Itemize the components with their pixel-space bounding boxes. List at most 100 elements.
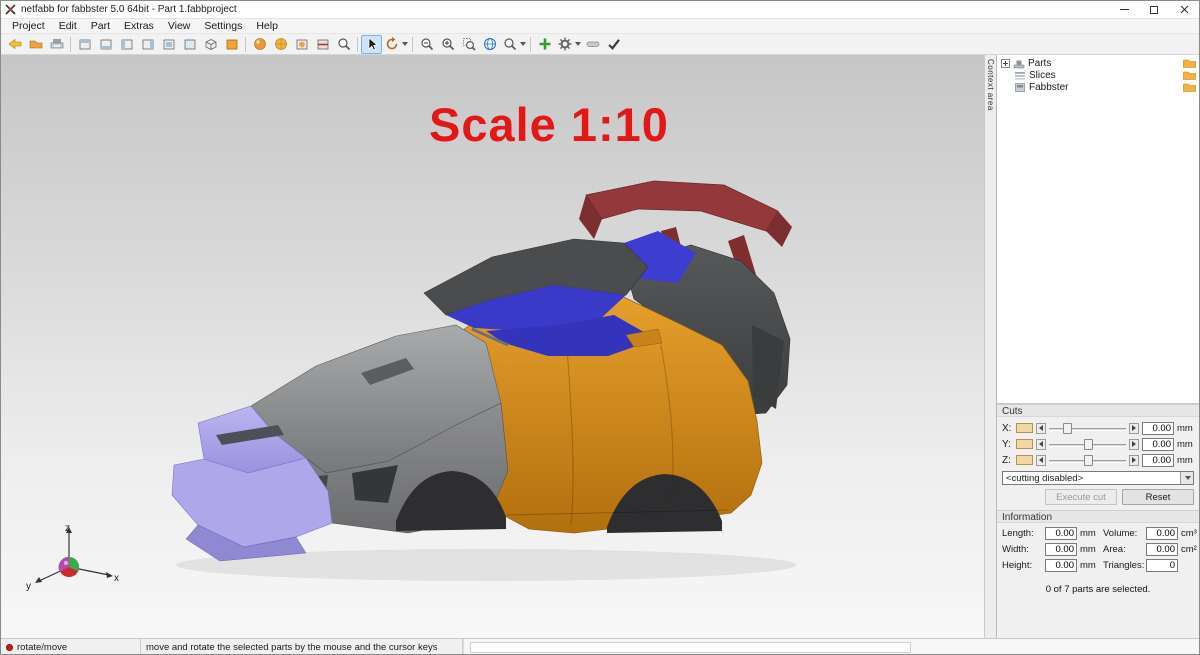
cut-plane-color-x[interactable] [1016, 423, 1033, 433]
context-area-tab[interactable]: Context area [984, 55, 997, 638]
expander-icon[interactable] [1001, 58, 1010, 68]
cuts-buttons: Execute cut Reset [1002, 488, 1194, 508]
cut-y-increase-button[interactable] [1129, 438, 1139, 450]
dropdown-caret-icon [574, 42, 581, 46]
zoom-menu-button[interactable] [500, 35, 527, 54]
tree-item-fabbster[interactable]: Fabbster [997, 81, 1199, 93]
cut-z-slider[interactable] [1049, 454, 1126, 467]
view-bottom-button[interactable] [179, 35, 200, 54]
info-unit: cm³ [1181, 527, 1197, 539]
view-left-button[interactable] [116, 35, 137, 54]
menu-settings[interactable]: Settings [197, 19, 249, 34]
part-cube-button[interactable] [291, 35, 312, 54]
view-back-button[interactable] [95, 35, 116, 54]
cut-x-value-input[interactable] [1142, 421, 1174, 435]
context-area-label: Context area [986, 59, 995, 111]
menu-part[interactable]: Part [84, 19, 117, 34]
cut-y-unit: mm [1177, 438, 1193, 450]
dropdown-button[interactable] [1180, 472, 1193, 484]
view-platform-icon [226, 39, 237, 50]
horizontal-scrollbar[interactable] [463, 639, 1199, 654]
cut-z-decrease-button[interactable] [1036, 454, 1046, 466]
cut-y-slider[interactable] [1049, 438, 1126, 451]
validate-button[interactable] [603, 35, 624, 54]
view-isometric-button[interactable] [200, 35, 221, 54]
open-project-button[interactable] [25, 35, 46, 54]
machine-settings-button[interactable] [555, 35, 582, 54]
view-right-button[interactable] [137, 35, 158, 54]
zoom-window-button[interactable] [458, 35, 479, 54]
cut-plane-color-z[interactable] [1016, 455, 1033, 465]
maximize-icon [1150, 5, 1158, 14]
length-value[interactable] [1045, 526, 1077, 540]
car-rear-wing[interactable] [585, 180, 779, 232]
tree-item-slices[interactable]: Slices [997, 69, 1199, 81]
repair-part-button[interactable] [249, 35, 270, 54]
menu-project[interactable]: Project [5, 19, 52, 34]
folder-icon[interactable] [1183, 58, 1196, 68]
status-mode-label: rotate/move [17, 642, 68, 653]
cut-plane-color-y[interactable] [1016, 439, 1033, 449]
slider-thumb[interactable] [1084, 438, 1094, 450]
toolbar-separator [412, 36, 413, 52]
view-platform-button[interactable] [221, 35, 242, 54]
chevron-left-icon [1039, 441, 1043, 447]
folder-icon[interactable] [1183, 70, 1196, 80]
folder-icon[interactable] [1183, 82, 1196, 92]
view-bottom-icon [184, 39, 195, 50]
window-title: netfabb for fabbster 5.0 64bit - Part 1.… [21, 4, 237, 15]
minimize-button[interactable] [1109, 1, 1139, 19]
view-front-icon [79, 39, 90, 50]
cut-x-decrease-button[interactable] [1036, 422, 1046, 434]
rotate-tool-button[interactable] [382, 35, 409, 54]
slider-thumb[interactable] [1062, 422, 1072, 434]
analyse-part-button[interactable] [270, 35, 291, 54]
slider-thumb[interactable] [1084, 454, 1094, 466]
cut-x-slider[interactable] [1049, 422, 1126, 435]
chevron-right-icon [1132, 457, 1136, 463]
menu-help[interactable]: Help [249, 19, 285, 34]
menu-edit[interactable]: Edit [52, 19, 84, 34]
gear-icon [558, 37, 571, 51]
view-front-button[interactable] [74, 35, 95, 54]
cutting-mode-dropdown[interactable]: <cutting disabled> [1002, 471, 1194, 485]
select-tool-button[interactable] [361, 34, 382, 54]
tree-item-parts[interactable]: Parts [997, 57, 1199, 69]
execute-cut-button[interactable]: Execute cut [1045, 489, 1117, 505]
width-value[interactable] [1045, 542, 1077, 556]
menu-extras[interactable]: Extras [117, 19, 161, 34]
title-bar: netfabb for fabbster 5.0 64bit - Part 1.… [1, 1, 1199, 19]
maximize-button[interactable] [1139, 1, 1169, 19]
zoom-all-button[interactable] [437, 35, 458, 54]
cut-part-button[interactable] [312, 35, 333, 54]
car-model[interactable] [156, 173, 816, 603]
zoom-out-button[interactable] [416, 35, 437, 54]
printer-button[interactable] [46, 35, 67, 54]
view-top-button[interactable] [158, 35, 179, 54]
height-value[interactable] [1045, 558, 1077, 572]
zoom-search-button[interactable] [333, 35, 354, 54]
reset-button[interactable]: Reset [1122, 489, 1194, 505]
viewport-3d[interactable]: Scale 1:10 z x y [1, 55, 985, 638]
globe-icon [483, 38, 496, 50]
cut-z-increase-button[interactable] [1129, 454, 1139, 466]
cut-x-increase-button[interactable] [1129, 422, 1139, 434]
cut-y-decrease-button[interactable] [1036, 438, 1046, 450]
measure-button[interactable] [582, 35, 603, 54]
globe-view-button[interactable] [479, 35, 500, 54]
cut-axis-label: Z: [1002, 454, 1011, 466]
scrollbar-thumb[interactable] [470, 642, 911, 653]
close-button[interactable] [1169, 1, 1199, 19]
triangles-value[interactable] [1146, 558, 1178, 572]
cut-z-unit: mm [1177, 454, 1193, 466]
volume-value[interactable] [1146, 526, 1178, 540]
cut-z-value-input[interactable] [1142, 453, 1174, 467]
import-part-button[interactable] [4, 35, 25, 54]
info-label: Length: [1002, 527, 1034, 539]
menu-view[interactable]: View [161, 19, 198, 34]
cut-y-value-input[interactable] [1142, 437, 1174, 451]
tree-item-label: Fabbster [1029, 81, 1069, 93]
add-part-button[interactable] [534, 35, 555, 54]
zoom-menu-icon [503, 38, 516, 51]
area-value[interactable] [1146, 542, 1178, 556]
